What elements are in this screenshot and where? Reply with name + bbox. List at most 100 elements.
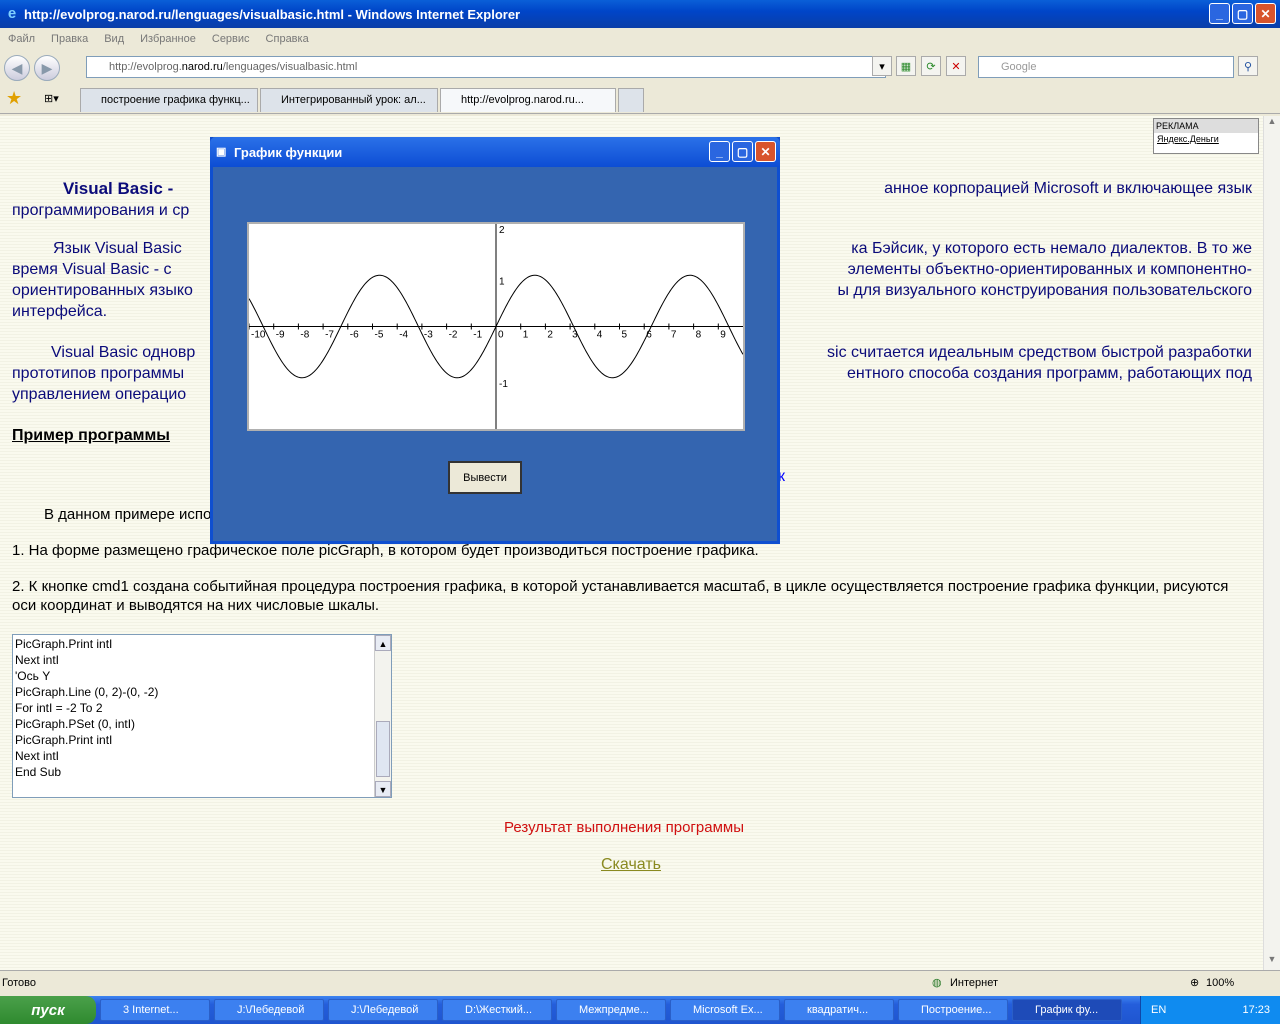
p2d: элементы объектно-ориентированных и комп… — [847, 261, 1252, 278]
x-tick-label: -5 — [375, 330, 384, 341]
taskbar-item[interactable]: Межпредме... — [556, 999, 666, 1021]
vb-close-button[interactable]: ✕ — [755, 141, 776, 162]
code-line: For intI = -2 To 2 — [15, 701, 103, 715]
taskbar-item[interactable]: Microsoft Ex... — [670, 999, 780, 1021]
download-link[interactable]: Скачать — [601, 854, 661, 875]
menu-bar: Файл Правка Вид Избранное Сервис Справка — [0, 28, 1280, 50]
code-line: PicGraph.Print intI — [15, 637, 113, 651]
vb-minimize-button[interactable]: _ — [709, 141, 730, 162]
taskbar-item[interactable]: 3 Internet... — [100, 999, 210, 1021]
favorites-star-icon[interactable]: ★ — [6, 88, 22, 109]
compatibility-icon[interactable]: ▦ — [896, 56, 916, 76]
p2a: Язык Visual Basic — [53, 240, 182, 257]
p2c: время Visual Basic - с — [12, 261, 172, 278]
vyvesti-button[interactable]: Вывести — [448, 461, 522, 494]
menu-favorites[interactable]: Избранное — [140, 33, 196, 45]
taskbar-item[interactable]: D:\Жесткий... — [442, 999, 552, 1021]
x-tick-label: 1 — [523, 330, 529, 341]
address-path: /lenguages/visualbasic.html — [222, 61, 358, 73]
taskbar-item[interactable]: J:\Лебедевой — [214, 999, 324, 1021]
tab-2[interactable]: Интегрированный урок: ал... — [260, 88, 438, 112]
code-line: 'Ось Y — [15, 669, 51, 683]
intro-text: В данном примере испо — [44, 506, 212, 523]
p2g: интерфейса. — [12, 303, 108, 320]
zoom-icon[interactable]: ⊕ — [1190, 976, 1199, 989]
page-scrollbar[interactable]: ▲ ▼ — [1263, 116, 1280, 970]
quick-tabs-icon[interactable]: ⊞▾ — [44, 92, 59, 105]
start-button[interactable]: пуск — [0, 996, 96, 1024]
x-tick-label: 7 — [671, 330, 677, 341]
p2e: ориентированных языко — [12, 282, 193, 299]
vb-form-window: ▣ График функции _ ▢ ✕ -10 -9 -8 -7 -6 -5 -4 -3… — [210, 137, 780, 544]
p2b: ка Бэйсик, у которого есть немало диалек… — [851, 240, 1252, 257]
code-line: Next intI — [15, 653, 60, 667]
p3b: sic считается идеальным средством быстро… — [827, 344, 1252, 361]
p2f: ы для визуального конструирования пользо… — [837, 282, 1252, 299]
stop-icon[interactable]: ✕ — [946, 56, 966, 76]
scroll-down-icon[interactable]: ▼ — [375, 781, 391, 797]
status-zoom[interactable]: 100% — [1206, 977, 1234, 989]
address-input[interactable]: http://evolprog.narod.ru/lenguages/visua… — [86, 56, 886, 78]
y-tick-label: 2 — [499, 225, 505, 236]
x-tick-label: -4 — [399, 330, 408, 341]
menu-tools[interactable]: Сервис — [212, 33, 250, 45]
x-tick-label: -3 — [424, 330, 433, 341]
taskbar-item[interactable]: квадратич... — [784, 999, 894, 1021]
back-button[interactable]: ◀ — [4, 55, 30, 81]
lang-indicator[interactable]: EN — [1141, 1004, 1166, 1016]
code-scrollbar[interactable]: ▲ ▼ — [374, 635, 391, 797]
window-titlebar: e http://evolprog.narod.ru/lenguages/vis… — [0, 0, 1280, 28]
address-toolbar: ◀ ▶ http://evolprog.narod.ru/lenguages/v… — [0, 50, 1280, 86]
p1b: анное корпорацией Microsoft и включающее… — [884, 180, 1252, 197]
tab-3[interactable]: http://evolprog.narod.ru... — [440, 88, 616, 112]
minimize-button[interactable]: _ — [1209, 3, 1230, 24]
y-tick-label: -1 — [499, 379, 508, 390]
y-tick-label: 1 — [499, 276, 505, 287]
forward-button[interactable]: ▶ — [34, 55, 60, 81]
vb-form-title: ▣ График функции _ ▢ ✕ — [210, 137, 780, 167]
scroll-thumb[interactable] — [376, 721, 390, 777]
x-tick-label: 4 — [597, 330, 603, 341]
search-input[interactable]: Google — [978, 56, 1234, 78]
form-icon: ▣ — [216, 146, 227, 158]
x-tick-label: -6 — [350, 330, 359, 341]
page-scroll-down-icon[interactable]: ▼ — [1264, 954, 1280, 970]
refresh-icon[interactable]: ⟳ — [921, 56, 941, 76]
ad-block: РЕКЛАМА Яндекс.Деньги — [1153, 118, 1259, 154]
system-tray: EN 17:23 — [1140, 996, 1280, 1024]
menu-edit[interactable]: Правка — [51, 33, 88, 45]
menu-help[interactable]: Справка — [266, 33, 309, 45]
x-tick-label: 5 — [622, 330, 628, 341]
vb-form-title-text: График функции — [234, 145, 343, 160]
scroll-up-icon[interactable]: ▲ — [375, 635, 391, 651]
x-tick-label: 8 — [696, 330, 702, 341]
maximize-button[interactable]: ▢ — [1232, 3, 1253, 24]
code-line: Next intI — [15, 749, 60, 763]
p3a: Visual Basic одновр — [51, 344, 196, 361]
status-zone: Интернет — [950, 977, 998, 989]
x-tick-label: 2 — [547, 330, 553, 341]
tab-1[interactable]: построение графика функц... — [80, 88, 258, 112]
vb-maximize-button[interactable]: ▢ — [732, 141, 753, 162]
ad-link[interactable]: Яндекс.Деньги — [1154, 133, 1258, 145]
x-tick-label: -7 — [325, 330, 334, 341]
address-dropdown-icon[interactable]: ▾ — [872, 56, 892, 76]
page-scroll-up-icon[interactable]: ▲ — [1264, 116, 1280, 132]
search-icon[interactable]: ⚲ — [1238, 56, 1258, 76]
status-text: Готово — [2, 977, 36, 989]
code-line: End Sub — [15, 765, 62, 779]
code-line: PicGraph.Line (0, 2)-(0, -2) — [15, 685, 159, 699]
x-tick-label: -8 — [300, 330, 309, 341]
status-bar: Готово ◍ Интернет ⊕ 100% — [0, 970, 1280, 998]
taskbar-item[interactable]: J:\Лебедевой — [328, 999, 438, 1021]
menu-view[interactable]: Вид — [104, 33, 124, 45]
close-button[interactable]: ✕ — [1255, 3, 1276, 24]
new-tab-button[interactable] — [618, 88, 644, 112]
taskbar: пуск 3 Internet... J:\Лебедевой J:\Лебед… — [0, 996, 1280, 1024]
code-listing[interactable]: PicGraph.Print intI Next intI 'Ось Y Pic… — [12, 634, 392, 798]
taskbar-item[interactable]: Построение... — [898, 999, 1008, 1021]
taskbar-item-active[interactable]: График фу... — [1012, 999, 1122, 1021]
menu-file[interactable]: Файл — [8, 33, 35, 45]
p3d: ентного способа создания программ, работ… — [846, 365, 1252, 382]
p1a: Visual Basic - — [63, 179, 174, 198]
